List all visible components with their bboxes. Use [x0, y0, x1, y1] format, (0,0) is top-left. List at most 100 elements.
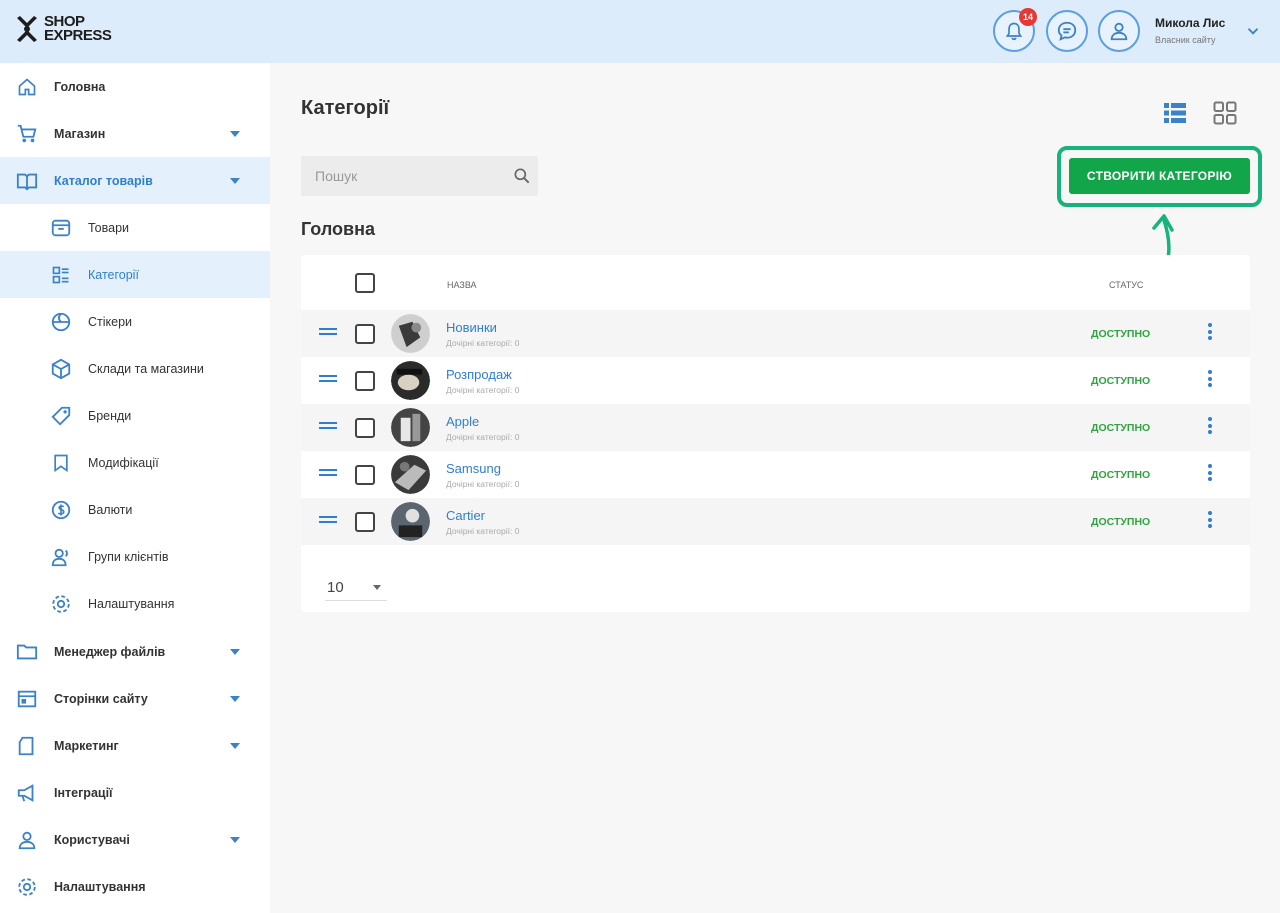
- sidebar-item-site-pages[interactable]: Сторінки сайту: [0, 675, 270, 722]
- category-subcount: Дочірні категорії: 0: [446, 526, 520, 536]
- category-name-link[interactable]: Cartier: [446, 508, 485, 523]
- page-size-value: 10: [327, 579, 344, 596]
- profile-button[interactable]: [1098, 10, 1140, 52]
- notifications-button[interactable]: 14: [993, 8, 1037, 52]
- sidebar-item-label: Товари: [88, 220, 129, 235]
- sidebar-item-catalog-settings[interactable]: Налаштування: [0, 580, 270, 627]
- gear-icon: [16, 876, 38, 898]
- sidebar-item-currencies[interactable]: Валюти: [0, 486, 270, 533]
- category-subcount: Дочірні категорії: 0: [446, 432, 520, 442]
- more-actions-icon[interactable]: [1205, 511, 1215, 531]
- sidebar-item-home[interactable]: Головна: [0, 63, 270, 110]
- user-group-icon: [50, 546, 72, 568]
- row-checkbox[interactable]: [355, 371, 375, 391]
- bell-icon: [1005, 22, 1023, 41]
- search-field: [301, 156, 538, 196]
- top-header: SHOP EXPRESS 14 Микола Лис Власник сайту: [0, 0, 1280, 63]
- table-row[interactable]: Samsung Дочірні категорії: 0 ДОСТУПНО: [301, 451, 1250, 498]
- sidebar-item-users[interactable]: Користувачі: [0, 816, 270, 863]
- sidebar-item-label: Склади та магазини: [88, 361, 204, 376]
- pages-icon: [16, 688, 38, 710]
- more-actions-icon[interactable]: [1205, 417, 1215, 437]
- user-icon: [16, 829, 38, 851]
- sidebar-item-shop[interactable]: Магазин: [0, 110, 270, 157]
- category-name-link[interactable]: Розпродаж: [446, 367, 512, 382]
- more-actions-icon[interactable]: [1205, 370, 1215, 390]
- caret-down-icon: [230, 130, 240, 137]
- sidebar-item-label: Маркетинг: [54, 738, 119, 753]
- currency-icon: [50, 499, 72, 521]
- user-role: Власник сайту: [1155, 35, 1216, 45]
- sidebar-item-brands[interactable]: Бренди: [0, 392, 270, 439]
- sidebar-item-label: Стікери: [88, 314, 133, 329]
- sidebar-item-label: Налаштування: [88, 596, 175, 611]
- sidebar-item-file-manager[interactable]: Менеджер файлів: [0, 628, 270, 675]
- sidebar-item-stickers[interactable]: Стікери: [0, 298, 270, 345]
- category-thumbnail: [391, 314, 430, 353]
- create-category-button[interactable]: СТВОРИТИ КАТЕГОРІЮ: [1069, 158, 1250, 194]
- table-row[interactable]: Cartier Дочірні категорії: 0 ДОСТУПНО: [301, 498, 1250, 545]
- user-icon: [1110, 22, 1128, 41]
- drag-handle-icon[interactable]: [319, 422, 337, 432]
- chat-icon: [1057, 21, 1077, 41]
- category-name-link[interactable]: Samsung: [446, 461, 501, 476]
- cart-icon: [16, 123, 38, 145]
- sidebar-item-settings[interactable]: Налаштування: [0, 863, 270, 910]
- section-title: Головна: [301, 219, 375, 239]
- table-row[interactable]: Розпродаж Дочірні категорії: 0 ДОСТУПНО: [301, 357, 1250, 404]
- tag-icon: [50, 405, 72, 427]
- caret-down-icon: [230, 836, 240, 843]
- sidebar-item-categories[interactable]: Категорії: [0, 251, 270, 298]
- sidebar-item-products[interactable]: Товари: [0, 204, 270, 251]
- table-row[interactable]: Новинки Дочірні категорії: 0 ДОСТУПНО: [301, 310, 1250, 357]
- messages-button[interactable]: [1046, 10, 1088, 52]
- drag-handle-icon[interactable]: [319, 375, 337, 385]
- list-view-icon[interactable]: [1163, 101, 1187, 125]
- status-badge: ДОСТУПНО: [1091, 375, 1151, 387]
- category-name-link[interactable]: Новинки: [446, 320, 497, 335]
- sidebar-item-client-groups[interactable]: Групи клієнтів: [0, 533, 270, 580]
- more-actions-icon[interactable]: [1205, 464, 1215, 484]
- user-name: Микола Лис: [1155, 16, 1226, 30]
- drag-handle-icon[interactable]: [319, 516, 337, 526]
- select-all-checkbox[interactable]: [355, 273, 375, 293]
- more-actions-icon[interactable]: [1205, 323, 1215, 343]
- categories-table: Назва Статус Новинки Дочірні категорії: …: [301, 255, 1250, 612]
- sidebar-item-label: Бренди: [88, 408, 132, 423]
- sidebar-item-modifications[interactable]: Модифікації: [0, 439, 270, 486]
- sidebar-item-warehouses[interactable]: Склади та магазини: [0, 345, 270, 392]
- marketing-icon: [16, 735, 38, 757]
- status-badge: ДОСТУПНО: [1091, 469, 1151, 481]
- grid-view-icon[interactable]: [1213, 101, 1237, 125]
- sidebar-item-label: Головна: [54, 79, 106, 94]
- megaphone-icon: [16, 782, 38, 804]
- search-input[interactable]: [315, 168, 505, 184]
- folder-icon: [16, 641, 38, 663]
- status-badge: ДОСТУПНО: [1091, 516, 1151, 528]
- row-checkbox[interactable]: [355, 324, 375, 344]
- drag-handle-icon[interactable]: [319, 469, 337, 479]
- logo-text: SHOP EXPRESS: [44, 14, 112, 43]
- category-subcount: Дочірні категорії: 0: [446, 385, 520, 395]
- chevron-down-icon[interactable]: [1244, 22, 1262, 40]
- column-header-name: Назва: [447, 280, 477, 290]
- sidebar-item-integrations[interactable]: Інтеграції: [0, 769, 270, 816]
- page-size-select[interactable]: 10: [325, 575, 387, 601]
- row-checkbox[interactable]: [355, 418, 375, 438]
- sidebar-item-catalog[interactable]: Каталог товарів: [0, 157, 270, 204]
- table-row[interactable]: Apple Дочірні категорії: 0 ДОСТУПНО: [301, 404, 1250, 451]
- search-icon[interactable]: [512, 166, 532, 186]
- category-thumbnail: [391, 361, 430, 400]
- sidebar-item-label: Магазин: [54, 126, 106, 141]
- category-name-link[interactable]: Apple: [446, 414, 479, 429]
- row-checkbox[interactable]: [355, 512, 375, 532]
- sidebar-item-label: Категорії: [88, 267, 139, 282]
- sidebar-item-label: Валюти: [88, 502, 133, 517]
- shop-express-logo[interactable]: SHOP EXPRESS: [14, 14, 112, 44]
- sidebar-item-label: Модифікації: [88, 455, 159, 470]
- column-header-status: Статус: [1109, 280, 1144, 290]
- row-checkbox[interactable]: [355, 465, 375, 485]
- sidebar-item-marketing[interactable]: Маркетинг: [0, 722, 270, 769]
- drag-handle-icon[interactable]: [319, 328, 337, 338]
- catalog-icon: [16, 170, 38, 192]
